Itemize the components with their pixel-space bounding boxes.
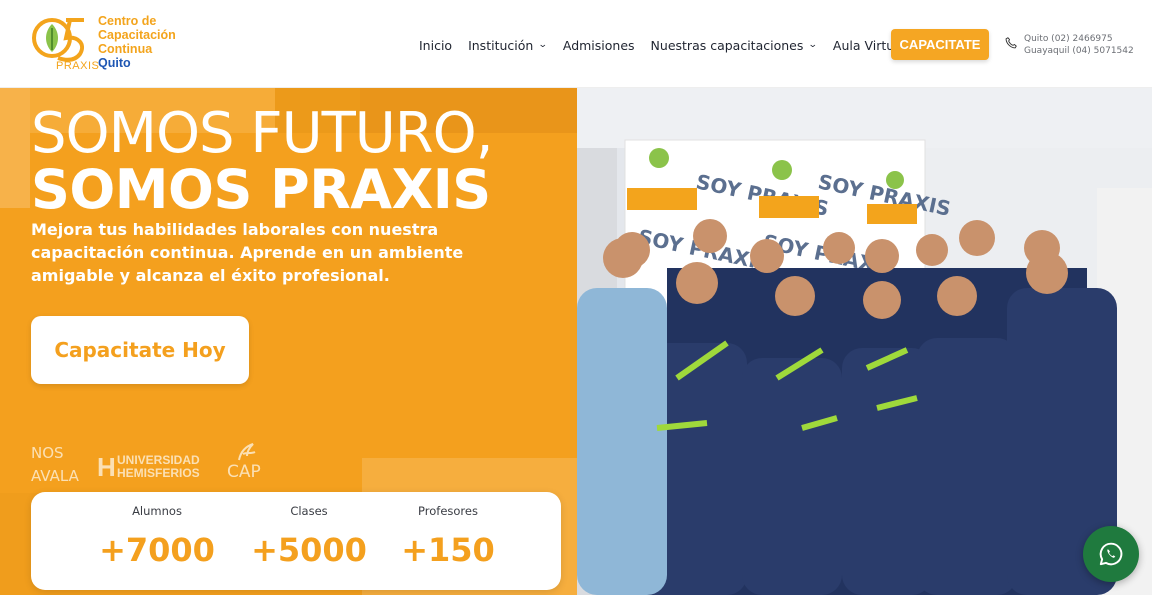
stat-value: +5000 xyxy=(251,531,367,569)
universidad-hemisferios-logo: H UNIVERSIDAD HEMISFERIOS xyxy=(97,453,217,481)
whatsapp-button[interactable] xyxy=(1083,526,1139,582)
logo-line-2: Capacitación xyxy=(98,28,176,42)
decor-block xyxy=(0,88,30,208)
endorse-label: NOS AVALA xyxy=(31,442,79,488)
stat-profesores: Profesores +150 xyxy=(373,492,523,569)
uh-line-2: HEMISFERIOS xyxy=(117,466,200,480)
logo-city: Quito xyxy=(98,56,131,70)
cap-logo: CAP xyxy=(227,442,267,482)
hero-headline-line-2: SOMOS PRAXIS xyxy=(31,158,491,221)
logo-line-3: Continua xyxy=(98,42,153,56)
uh-text: UNIVERSIDAD HEMISFERIOS xyxy=(117,454,200,480)
stats-card: Alumnos +7000 Clases +5000 Profesores +1… xyxy=(31,492,561,590)
stat-clases: Clases +5000 xyxy=(234,492,384,569)
hero-subtitle: Mejora tus habilidades laborales con nue… xyxy=(31,220,464,285)
hero-headline-line-1: SOMOS FUTURO, xyxy=(31,101,494,166)
phone-guayaquil[interactable]: Guayaquil (04) 5071542 xyxy=(1024,45,1134,57)
chevron-down-icon: ⌄ xyxy=(538,40,548,50)
nav-item-capacitaciones[interactable]: Nuestras capacitaciones ⌄ xyxy=(650,37,819,53)
cap-emblem-icon xyxy=(238,443,256,461)
chevron-down-icon: ⌄ xyxy=(808,40,819,50)
capacitate-hoy-button[interactable]: Capacitate Hoy xyxy=(31,316,249,384)
team-photo-illustration: SOY PRAXIS SOY PRAXIS SOY PRAXIS SOY PRA… xyxy=(577,88,1152,595)
stat-value: +150 xyxy=(401,531,495,569)
nav-label: Nuestras capacitaciones xyxy=(650,37,804,53)
nav-item-inicio[interactable]: Inicio xyxy=(419,38,452,53)
uh-letter: H xyxy=(97,452,116,482)
phone-icon xyxy=(1005,37,1017,49)
logo-line-1: Centro de xyxy=(98,14,157,28)
endorse-line-2: AVALA xyxy=(31,467,79,485)
stat-alumnos: Alumnos +7000 xyxy=(82,492,232,569)
phone-quito[interactable]: Quito (02) 2466975 xyxy=(1024,33,1134,45)
logo-brand: PRAXIS xyxy=(56,60,100,72)
phone-numbers[interactable]: Quito (02) 2466975 Guayaquil (04) 507154… xyxy=(1024,33,1134,57)
nav-label: Admisiones xyxy=(562,37,635,53)
stat-value: +7000 xyxy=(99,531,215,569)
cap-text: CAP xyxy=(227,462,261,482)
stat-label: Clases xyxy=(290,504,328,518)
nav-label: Institución xyxy=(468,37,534,53)
praxis-logo[interactable]: Centro de Capacitación Continua Quito PR… xyxy=(30,14,200,74)
site-header: Centro de Capacitación Continua Quito PR… xyxy=(0,0,1152,88)
nav-item-institucion[interactable]: Institución ⌄ xyxy=(468,37,548,53)
logo-text: Centro de Capacitación Continua Quito xyxy=(98,14,176,70)
team-photo: SOY PRAXIS SOY PRAXIS SOY PRAXIS SOY PRA… xyxy=(577,88,1152,595)
nav-item-admisiones[interactable]: Admisiones xyxy=(563,38,635,53)
nav-label: Inicio xyxy=(419,37,453,53)
stat-label: Alumnos xyxy=(132,504,182,518)
capacitate-button[interactable]: CAPACITATE xyxy=(891,29,989,60)
main-nav: Inicio Institución ⌄ Admisiones Nuestras … xyxy=(419,36,921,54)
stat-label: Profesores xyxy=(418,504,478,518)
endorse-line-1: NOS xyxy=(31,444,64,462)
whatsapp-icon xyxy=(1099,542,1123,566)
